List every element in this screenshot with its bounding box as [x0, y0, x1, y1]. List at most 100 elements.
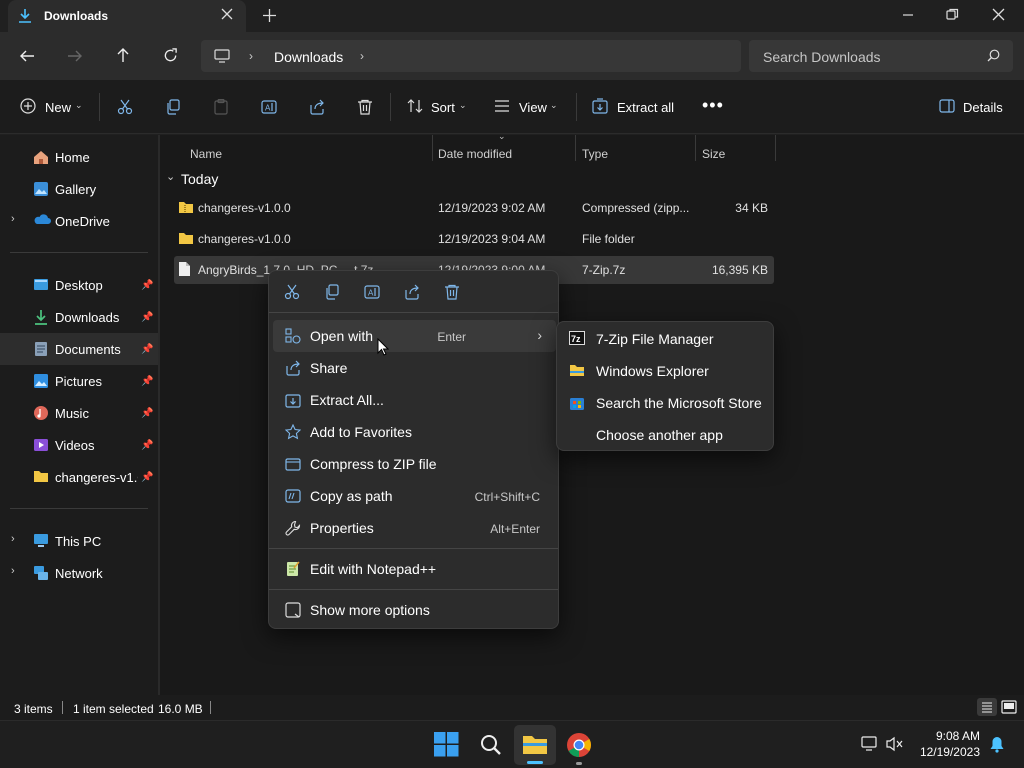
- file-row[interactable]: changeres-v1.0.0 12/19/2023 9:02 AM Comp…: [174, 194, 774, 222]
- close-window-icon[interactable]: [992, 8, 1005, 21]
- view-button[interactable]: View ⌄: [494, 98, 564, 118]
- menu-item-compress-zip[interactable]: Compress to ZIP file: [273, 448, 556, 480]
- share-icon[interactable]: [309, 99, 325, 115]
- copy-icon[interactable]: [324, 284, 340, 300]
- extract-all-button[interactable]: Extract all: [592, 98, 682, 118]
- menu-label: Share: [310, 360, 348, 376]
- new-tab-icon[interactable]: [263, 9, 276, 22]
- nav-item-gallery[interactable]: Gallery: [0, 173, 158, 205]
- tab-title: Downloads: [44, 9, 109, 23]
- close-tab-icon[interactable]: [221, 8, 233, 20]
- copy-icon[interactable]: [165, 99, 181, 115]
- menu-shortcut: Alt+Enter: [490, 522, 540, 536]
- details-label: Details: [963, 100, 1003, 115]
- delete-icon[interactable]: [357, 99, 373, 115]
- submenu-item-choose-another-app[interactable]: Choose another app: [561, 419, 771, 451]
- share-icon: [285, 360, 301, 376]
- group-header-today[interactable]: ⌄ Today: [166, 170, 286, 190]
- column-divider[interactable]: [775, 135, 776, 161]
- command-bar: New ⌄ A Sort ⌄ View ⌄ Extract all ••• De…: [0, 80, 1024, 134]
- onedrive-icon: [33, 213, 51, 229]
- sort-button[interactable]: Sort ⌄: [407, 98, 473, 118]
- search-icon[interactable]: [479, 733, 503, 757]
- column-divider[interactable]: [432, 135, 433, 161]
- restore-icon[interactable]: [946, 8, 959, 21]
- forward-icon[interactable]: [67, 48, 83, 64]
- column-size[interactable]: Size: [702, 147, 725, 161]
- display-icon[interactable]: [861, 736, 879, 752]
- cut-icon[interactable]: [117, 99, 133, 115]
- menu-item-share[interactable]: Share: [273, 352, 556, 384]
- notepadpp-icon: [285, 561, 301, 577]
- open-with-submenu: 7z 7-Zip File Manager Windows Explorer S…: [556, 321, 774, 451]
- nav-label: Documents: [55, 342, 121, 357]
- volume-muted-icon[interactable]: [886, 736, 904, 752]
- menu-item-show-more-options[interactable]: Show more options: [273, 594, 556, 626]
- menu-item-edit-notepadpp[interactable]: Edit with Notepad++: [273, 553, 556, 585]
- nav-item-onedrive[interactable]: › OneDrive: [0, 205, 158, 237]
- cut-icon[interactable]: [284, 284, 300, 300]
- menu-item-open-with[interactable]: Open with Enter ›: [273, 320, 556, 352]
- details-view-icon[interactable]: [977, 698, 997, 716]
- chevron-right-icon[interactable]: ›: [11, 213, 15, 225]
- nav-item-this-pc[interactable]: › This PC: [0, 525, 158, 557]
- up-icon[interactable]: [115, 47, 131, 63]
- refresh-icon[interactable]: [163, 48, 178, 63]
- menu-item-copy-as-path[interactable]: Copy as path Ctrl+Shift+C: [273, 480, 556, 512]
- pin-icon: 📌: [141, 280, 154, 291]
- taskbar-file-explorer[interactable]: [514, 725, 556, 765]
- column-name[interactable]: Name: [190, 147, 222, 161]
- nav-item-pictures[interactable]: Pictures 📌: [0, 365, 158, 397]
- address-field[interactable]: › Downloads ›: [201, 40, 741, 72]
- notification-bell-icon[interactable]: [989, 736, 1005, 753]
- nav-item-desktop[interactable]: Desktop 📌: [0, 269, 158, 301]
- share-icon[interactable]: [404, 284, 420, 300]
- submenu-label: Choose another app: [596, 427, 723, 443]
- column-type[interactable]: Type: [582, 147, 608, 161]
- chrome-icon[interactable]: [566, 732, 592, 765]
- pin-icon: 📌: [141, 472, 154, 483]
- pin-icon: 📌: [141, 344, 154, 355]
- breadcrumb-chevron-icon[interactable]: ›: [360, 49, 364, 63]
- nav-item-documents[interactable]: Documents 📌: [0, 333, 158, 365]
- submenu-item-windows-explorer[interactable]: Windows Explorer: [561, 355, 771, 387]
- submenu-item-7zip[interactable]: 7z 7-Zip File Manager: [561, 323, 771, 355]
- new-button[interactable]: New ⌄: [20, 98, 84, 118]
- tiles-view-icon[interactable]: [1000, 698, 1018, 716]
- back-icon[interactable]: [19, 48, 35, 64]
- nav-item-downloads[interactable]: Downloads 📌: [0, 301, 158, 333]
- rename-icon[interactable]: A: [364, 284, 380, 300]
- nav-item-music[interactable]: Music 📌: [0, 397, 158, 429]
- details-button[interactable]: Details: [939, 98, 1009, 118]
- nav-item-changeres[interactable]: changeres-v1.0.0 📌: [0, 461, 158, 493]
- minimize-icon[interactable]: [902, 9, 914, 21]
- nav-item-network[interactable]: › Network: [0, 557, 158, 589]
- nav-item-videos[interactable]: Videos 📌: [0, 429, 158, 461]
- clock-time[interactable]: 9:08 AM: [920, 729, 980, 743]
- rename-icon[interactable]: A: [261, 99, 277, 115]
- column-divider[interactable]: [575, 135, 576, 161]
- menu-item-extract-all[interactable]: Extract All...: [273, 384, 556, 416]
- paste-icon[interactable]: [213, 99, 229, 115]
- gallery-icon: [33, 181, 49, 197]
- tab-downloads[interactable]: Downloads: [8, 0, 246, 32]
- chevron-right-icon[interactable]: ›: [11, 565, 15, 577]
- breadcrumb-downloads[interactable]: Downloads: [274, 49, 343, 65]
- windows-start-icon[interactable]: [434, 732, 459, 757]
- file-row[interactable]: changeres-v1.0.0 12/19/2023 9:04 AM File…: [174, 225, 774, 253]
- chevron-right-icon[interactable]: ›: [11, 533, 15, 545]
- menu-item-add-to-favorites[interactable]: Add to Favorites: [273, 416, 556, 448]
- more-options-icon[interactable]: •••: [702, 96, 724, 114]
- nav-divider: [10, 508, 148, 509]
- delete-icon[interactable]: [444, 284, 460, 300]
- extract-all-label: Extract all: [617, 100, 675, 115]
- column-date-modified[interactable]: Date modified: [438, 147, 512, 161]
- submenu-label: Search the Microsoft Store: [596, 395, 762, 411]
- column-divider[interactable]: [695, 135, 696, 161]
- nav-item-home[interactable]: Home: [0, 141, 158, 173]
- status-size: 16.0 MB: [158, 702, 203, 716]
- menu-item-properties[interactable]: Properties Alt+Enter: [273, 512, 556, 544]
- search-input[interactable]: Search Downloads: [749, 40, 1013, 72]
- submenu-item-microsoft-store[interactable]: Search the Microsoft Store: [561, 387, 771, 419]
- clock-date[interactable]: 12/19/2023: [905, 745, 980, 759]
